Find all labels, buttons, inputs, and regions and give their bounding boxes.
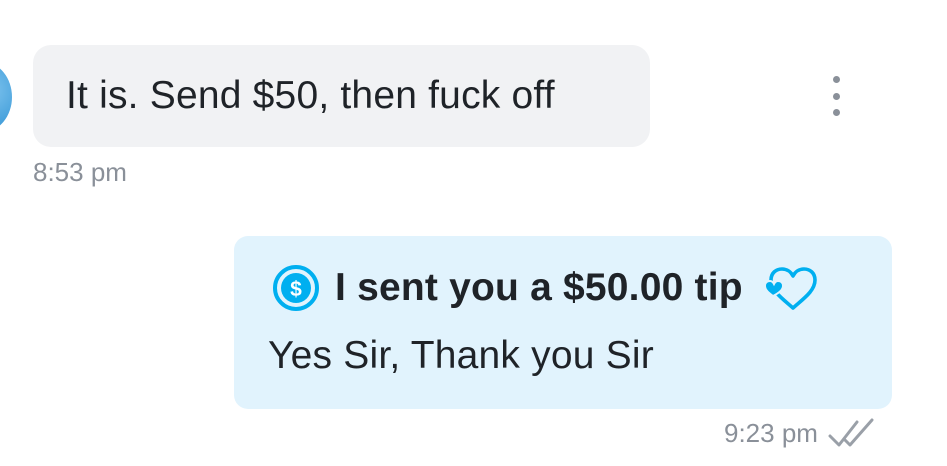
tip-header: $ I sent you a $50.00 tip [271, 260, 819, 316]
incoming-message-time: 8:53 pm [33, 157, 127, 187]
outgoing-message-meta: 9:23 pm [724, 416, 876, 450]
more-dot [832, 92, 840, 100]
more-dot [832, 76, 840, 83]
more-options-icon[interactable] [822, 76, 850, 116]
chat-view: It is. Send $50, then fuck off 8:53 pm $… [0, 0, 947, 466]
heart-outline-icon [763, 267, 817, 310]
outgoing-tip-message-bubble[interactable]: $ I sent you a $50.00 tip Yes Sir, Thank… [234, 236, 892, 409]
dollar-circle-icon: $ [273, 265, 319, 311]
incoming-message-text: It is. Send $50, then fuck off [66, 74, 555, 117]
double-check-icon [828, 418, 874, 447]
more-dot [832, 109, 840, 116]
tip-label: I sent you a $50.00 tip [335, 266, 743, 309]
outgoing-message-text: Yes Sir, Thank you Sir [268, 334, 654, 377]
outgoing-message-time: 9:23 pm [724, 417, 818, 448]
incoming-message-bubble[interactable]: It is. Send $50, then fuck off [33, 45, 650, 147]
svg-text:$: $ [290, 278, 302, 301]
avatar[interactable] [0, 62, 12, 132]
